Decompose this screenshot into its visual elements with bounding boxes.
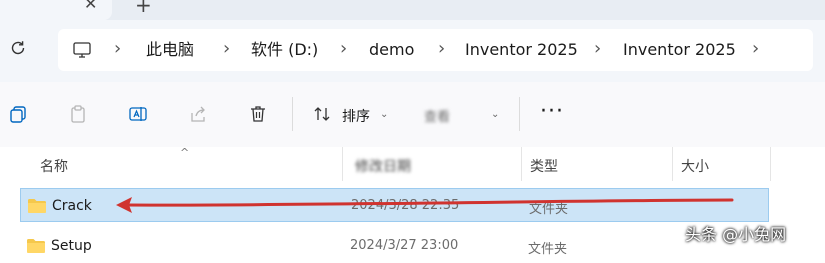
- breadcrumb-drive-d[interactable]: 软件 (D:): [251, 41, 318, 59]
- file-type: 文件夹: [528, 242, 568, 257]
- file-row-crack[interactable]: Crack 2024/3/28 22:35 文件夹: [20, 188, 769, 222]
- chevron-right-icon[interactable]: ›: [223, 40, 230, 58]
- this-pc-icon[interactable]: [72, 40, 92, 60]
- copy-icon[interactable]: [8, 104, 28, 124]
- watermark: 头条 @小兔网: [685, 225, 787, 244]
- file-name: Crack: [52, 198, 92, 214]
- folder-icon: [27, 239, 45, 253]
- chevron-right-icon[interactable]: ›: [438, 40, 445, 58]
- delete-icon[interactable]: [248, 104, 268, 124]
- view-button[interactable]: 查看: [424, 106, 450, 125]
- sort-icon[interactable]: [312, 104, 332, 124]
- new-tab-icon[interactable]: +: [135, 0, 152, 17]
- breadcrumb-demo[interactable]: demo: [369, 41, 414, 59]
- file-type: 文件夹: [529, 202, 569, 217]
- folder-icon: [28, 199, 46, 213]
- column-divider[interactable]: [770, 147, 771, 181]
- separator: [292, 97, 293, 131]
- breadcrumb-this-pc[interactable]: 此电脑: [146, 41, 194, 59]
- chevron-right-icon[interactable]: ›: [752, 40, 759, 58]
- chevron-right-icon[interactable]: ›: [594, 40, 601, 58]
- share-icon[interactable]: [188, 104, 208, 124]
- address-bar[interactable]: › 此电脑 › 软件 (D:) › demo › Inventor 2025 ›…: [58, 29, 813, 71]
- command-bar: 排序 ⌄ 查看 ⌄ ···: [0, 82, 825, 148]
- refresh-icon[interactable]: [8, 38, 28, 58]
- column-type[interactable]: 类型: [530, 156, 558, 176]
- breadcrumb-inventor-2025-parent[interactable]: Inventor 2025: [465, 41, 578, 59]
- column-divider[interactable]: [672, 147, 673, 181]
- close-icon[interactable]: ✕: [84, 0, 97, 13]
- more-options-button[interactable]: ···: [540, 99, 564, 124]
- tab-strip: ✕ +: [0, 0, 825, 20]
- navigation-bar: › 此电脑 › 软件 (D:) › demo › Inventor 2025 ›…: [0, 20, 825, 82]
- chevron-down-icon[interactable]: ⌄: [380, 109, 388, 120]
- chevron-right-icon[interactable]: ›: [340, 40, 347, 58]
- sort-button[interactable]: 排序: [342, 106, 370, 126]
- paste-icon[interactable]: [68, 104, 88, 124]
- tab-active[interactable]: ✕: [0, 0, 112, 20]
- column-divider[interactable]: [521, 147, 522, 181]
- column-date-modified[interactable]: 修改日期: [355, 156, 411, 176]
- chevron-right-icon[interactable]: ›: [114, 40, 121, 58]
- rename-icon[interactable]: [128, 104, 148, 124]
- file-row-setup[interactable]: Setup 2024/3/27 23:00 文件夹: [20, 229, 769, 263]
- separator: [519, 97, 520, 131]
- sort-ascending-icon: ^: [180, 146, 190, 159]
- column-size[interactable]: 大小: [681, 156, 709, 176]
- file-name: Setup: [51, 238, 92, 254]
- chevron-down-icon[interactable]: ⌄: [491, 109, 499, 120]
- column-name[interactable]: 名称: [40, 156, 68, 176]
- breadcrumb-inventor-2025-current[interactable]: Inventor 2025: [623, 41, 736, 59]
- file-date-modified: 2024/3/27 23:00: [350, 238, 459, 253]
- column-header: 名称 ^ 修改日期 类型 大小: [0, 146, 825, 181]
- file-date-modified: 2024/3/28 22:35: [351, 198, 460, 213]
- column-divider[interactable]: [342, 147, 343, 181]
